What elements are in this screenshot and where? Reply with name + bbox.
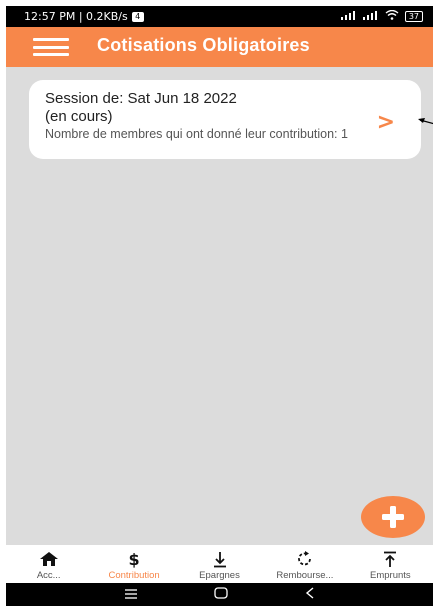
- upload-icon: [382, 549, 398, 569]
- signal-icon-2: [362, 10, 379, 23]
- nav-label: Contribution: [108, 570, 160, 581]
- signal-icon: [340, 10, 357, 23]
- recent-apps-icon[interactable]: [124, 587, 138, 603]
- add-button[interactable]: [361, 496, 425, 538]
- plus-icon: [382, 506, 404, 528]
- nav-item-accueil[interactable]: Acc...: [6, 545, 91, 583]
- dollar-icon: $: [128, 549, 140, 569]
- nav-label: Acc...: [36, 570, 61, 581]
- nav-label: Emprunts: [370, 570, 411, 581]
- system-navigation-bar: [6, 583, 433, 606]
- nav-item-emprunts[interactable]: Emprunts: [348, 545, 433, 583]
- download-icon: [212, 549, 228, 569]
- session-card[interactable]: Session de: Sat Jun 18 2022 (en cours) N…: [29, 80, 421, 159]
- page-title: Cotisations Obligatoires: [97, 35, 310, 55]
- session-title: Session de: Sat Jun 18 2022: [45, 90, 237, 107]
- app-bar: Cotisations Obligatoires: [6, 27, 433, 67]
- session-members-count: Nombre de membres qui ont donné leur con…: [45, 127, 348, 141]
- nav-item-contribution[interactable]: $ Contribution: [91, 545, 176, 583]
- notification-badge: 4: [131, 11, 144, 22]
- status-bar: 12:57 PM | 0.2KB/s 4 37: [6, 6, 433, 27]
- chevron-right-icon[interactable]: >: [377, 110, 395, 135]
- back-icon[interactable]: [305, 586, 315, 603]
- refresh-icon: [296, 549, 314, 569]
- battery-icon: 37: [404, 11, 423, 22]
- nav-item-epargnes[interactable]: Epargnes: [177, 545, 262, 583]
- phone-screen: 12:57 PM | 0.2KB/s 4 37 Cotisations Obli…: [6, 6, 433, 606]
- bottom-navigation: Acc... $ Contribution Epargnes Rembourse…: [6, 545, 433, 583]
- annotation-arrow-icon: [418, 118, 433, 125]
- status-time: 12:57 PM | 0.2KB/s: [24, 10, 128, 23]
- nav-label: Rembourse...: [276, 570, 334, 581]
- nav-label: Epargnes: [199, 570, 240, 581]
- menu-icon[interactable]: [33, 38, 69, 56]
- nav-item-remboursements[interactable]: Rembourse...: [262, 545, 347, 583]
- home-icon: [39, 549, 59, 569]
- home-button-icon[interactable]: [214, 586, 229, 603]
- session-status: (en cours): [45, 108, 113, 125]
- wifi-icon: [385, 9, 399, 23]
